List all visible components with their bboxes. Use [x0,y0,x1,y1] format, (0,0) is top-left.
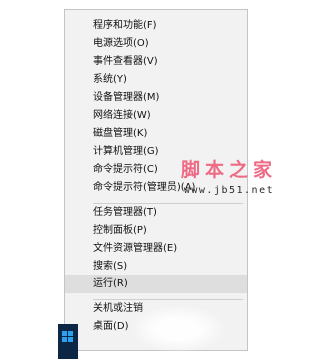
menu-item-disk-management[interactable]: 磁盘管理(K) [65,125,247,143]
menu-item-programs-features[interactable]: 程序和功能(F) [65,17,247,35]
menu-item-run[interactable]: 运行(R) [65,275,247,293]
watermark-url: www.jb51.net [183,185,275,196]
menu-item-power-options[interactable]: 电源选项(O) [65,35,247,53]
menu-item-search[interactable]: 搜索(S) [65,258,247,276]
taskbar [58,324,78,359]
watermark-title: 脚本之家 [180,159,277,181]
menu-item-network-connections[interactable]: 网络连接(W) [65,107,247,125]
blur-overlay [130,305,226,353]
windows-logo-icon[interactable] [62,331,74,343]
menu-item-file-explorer[interactable]: 文件资源管理器(E) [65,240,247,258]
menu-item-control-panel[interactable]: 控制面板(P) [65,222,247,240]
menu-item-event-viewer[interactable]: 事件查看器(V) [65,53,247,71]
menu-item-system[interactable]: 系统(Y) [65,71,247,89]
menu-item-task-manager[interactable]: 任务管理器(T) [65,204,247,222]
site-watermark: 脚本之家 www.jb51.net [169,155,289,205]
menu-item-device-manager[interactable]: 设备管理器(M) [65,89,247,107]
